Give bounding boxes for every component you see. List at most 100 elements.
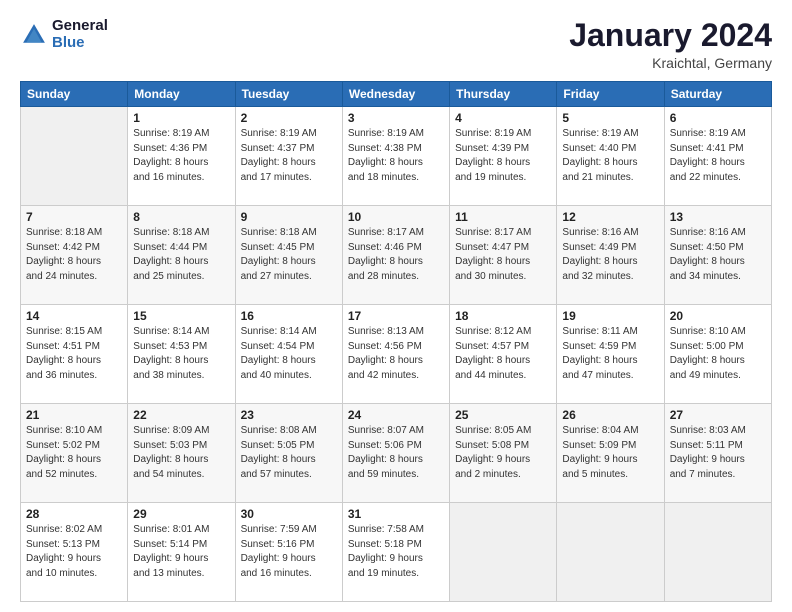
calendar-subtitle: Kraichtal, Germany bbox=[569, 55, 772, 71]
day-number: 2 bbox=[241, 111, 337, 125]
calendar-cell: 2 Sunrise: 8:19 AM Sunset: 4:37 PM Daylig… bbox=[235, 107, 342, 206]
day-number: 17 bbox=[348, 309, 444, 323]
day-info: Sunrise: 8:19 AM Sunset: 4:41 PM Dayligh… bbox=[670, 127, 766, 185]
header: General Blue January 2024 Kraichtal, Ger… bbox=[20, 18, 772, 71]
logo: General Blue bbox=[20, 18, 108, 51]
day-info: Sunrise: 8:19 AM Sunset: 4:36 PM Dayligh… bbox=[133, 127, 229, 185]
calendar-cell bbox=[557, 503, 664, 602]
calendar-week-2: 7Sunrise: 8:18 AM Sunset: 4:42 PM Daylig… bbox=[21, 206, 772, 305]
calendar-cell bbox=[450, 503, 557, 602]
day-info: Sunrise: 8:18 AM Sunset: 4:44 PM Dayligh… bbox=[133, 226, 229, 284]
calendar-cell: 19 Sunrise: 8:11 AM Sunset: 4:59 PM Dayli… bbox=[557, 305, 664, 404]
day-info: Sunrise: 7:59 AM Sunset: 5:16 PM Dayligh… bbox=[241, 523, 337, 581]
logo-text: General Blue bbox=[52, 18, 108, 51]
calendar-cell: 9 Sunrise: 8:18 AM Sunset: 4:45 PM Daylig… bbox=[235, 206, 342, 305]
day-number: 24 bbox=[348, 408, 444, 422]
day-number: 8 bbox=[133, 210, 229, 224]
day-number: 4 bbox=[455, 111, 551, 125]
day-number: 7 bbox=[26, 210, 122, 224]
day-info: Sunrise: 8:18 AM Sunset: 4:45 PM Dayligh… bbox=[241, 226, 337, 284]
calendar-cell: 4Sunrise: 8:19 AM Sunset: 4:39 PM Daylig… bbox=[450, 107, 557, 206]
day-info: Sunrise: 8:16 AM Sunset: 4:49 PM Dayligh… bbox=[562, 226, 658, 284]
calendar-week-3: 14 Sunrise: 8:15 AM Sunset: 4:51 PM Dayli… bbox=[21, 305, 772, 404]
day-info: Sunrise: 8:10 AM Sunset: 5:00 PM Dayligh… bbox=[670, 325, 766, 383]
day-info: Sunrise: 8:05 AM Sunset: 5:08 PM Dayligh… bbox=[455, 424, 551, 482]
day-info: Sunrise: 8:19 AM Sunset: 4:40 PM Dayligh… bbox=[562, 127, 658, 185]
calendar-cell: 31 Sunrise: 7:58 AM Sunset: 5:18 PM Dayli… bbox=[342, 503, 449, 602]
day-number: 28 bbox=[26, 507, 122, 521]
day-info: Sunrise: 8:17 AM Sunset: 4:46 PM Dayligh… bbox=[348, 226, 444, 284]
day-number: 13 bbox=[670, 210, 766, 224]
day-number: 3 bbox=[348, 111, 444, 125]
calendar-cell: 28 Sunrise: 8:02 AM Sunset: 5:13 PM Dayli… bbox=[21, 503, 128, 602]
day-number: 6 bbox=[670, 111, 766, 125]
calendar-cell: 7Sunrise: 8:18 AM Sunset: 4:42 PM Daylig… bbox=[21, 206, 128, 305]
calendar-cell: 26 Sunrise: 8:04 AM Sunset: 5:09 PM Dayli… bbox=[557, 404, 664, 503]
calendar-cell: 15 Sunrise: 8:14 AM Sunset: 4:53 PM Dayli… bbox=[128, 305, 235, 404]
calendar-cell: 21Sunrise: 8:10 AM Sunset: 5:02 PM Dayli… bbox=[21, 404, 128, 503]
day-info: Sunrise: 8:09 AM Sunset: 5:03 PM Dayligh… bbox=[133, 424, 229, 482]
calendar-cell: 25 Sunrise: 8:05 AM Sunset: 5:08 PM Dayli… bbox=[450, 404, 557, 503]
day-number: 23 bbox=[241, 408, 337, 422]
title-block: January 2024 Kraichtal, Germany bbox=[569, 18, 772, 71]
day-number: 26 bbox=[562, 408, 658, 422]
day-info: Sunrise: 8:17 AM Sunset: 4:47 PM Dayligh… bbox=[455, 226, 551, 284]
logo-icon bbox=[20, 21, 48, 49]
day-number: 22 bbox=[133, 408, 229, 422]
day-info: Sunrise: 8:03 AM Sunset: 5:11 PM Dayligh… bbox=[670, 424, 766, 482]
day-number: 1 bbox=[133, 111, 229, 125]
calendar-cell: 27 Sunrise: 8:03 AM Sunset: 5:11 PM Dayli… bbox=[664, 404, 771, 503]
day-info: Sunrise: 8:02 AM Sunset: 5:13 PM Dayligh… bbox=[26, 523, 122, 581]
day-info: Sunrise: 7:58 AM Sunset: 5:18 PM Dayligh… bbox=[348, 523, 444, 581]
day-number: 27 bbox=[670, 408, 766, 422]
day-number: 11 bbox=[455, 210, 551, 224]
calendar-cell bbox=[21, 107, 128, 206]
calendar-cell: 29Sunrise: 8:01 AM Sunset: 5:14 PM Dayli… bbox=[128, 503, 235, 602]
calendar-cell: 1 Sunrise: 8:19 AM Sunset: 4:36 PM Daylig… bbox=[128, 107, 235, 206]
day-of-week-friday: Friday bbox=[557, 82, 664, 107]
day-number: 29 bbox=[133, 507, 229, 521]
day-info: Sunrise: 8:04 AM Sunset: 5:09 PM Dayligh… bbox=[562, 424, 658, 482]
day-number: 30 bbox=[241, 507, 337, 521]
day-of-week-thursday: Thursday bbox=[450, 82, 557, 107]
calendar-cell: 13 Sunrise: 8:16 AM Sunset: 4:50 PM Dayli… bbox=[664, 206, 771, 305]
day-info: Sunrise: 8:08 AM Sunset: 5:05 PM Dayligh… bbox=[241, 424, 337, 482]
day-number: 5 bbox=[562, 111, 658, 125]
day-number: 19 bbox=[562, 309, 658, 323]
calendar-cell: 22 Sunrise: 8:09 AM Sunset: 5:03 PM Dayli… bbox=[128, 404, 235, 503]
calendar-cell: 14 Sunrise: 8:15 AM Sunset: 4:51 PM Dayli… bbox=[21, 305, 128, 404]
calendar-week-1: 1 Sunrise: 8:19 AM Sunset: 4:36 PM Daylig… bbox=[21, 107, 772, 206]
day-of-week-wednesday: Wednesday bbox=[342, 82, 449, 107]
calendar-table: SundayMondayTuesdayWednesdayThursdayFrid… bbox=[20, 81, 772, 602]
calendar-week-4: 21Sunrise: 8:10 AM Sunset: 5:02 PM Dayli… bbox=[21, 404, 772, 503]
day-number: 14 bbox=[26, 309, 122, 323]
day-number: 9 bbox=[241, 210, 337, 224]
calendar-cell: 30 Sunrise: 7:59 AM Sunset: 5:16 PM Dayli… bbox=[235, 503, 342, 602]
day-number: 31 bbox=[348, 507, 444, 521]
page: General Blue January 2024 Kraichtal, Ger… bbox=[0, 0, 792, 612]
calendar-header-row: SundayMondayTuesdayWednesdayThursdayFrid… bbox=[21, 82, 772, 107]
day-number: 18 bbox=[455, 309, 551, 323]
day-info: Sunrise: 8:19 AM Sunset: 4:37 PM Dayligh… bbox=[241, 127, 337, 185]
day-info: Sunrise: 8:16 AM Sunset: 4:50 PM Dayligh… bbox=[670, 226, 766, 284]
calendar-cell: 20Sunrise: 8:10 AM Sunset: 5:00 PM Dayli… bbox=[664, 305, 771, 404]
day-info: Sunrise: 8:14 AM Sunset: 4:53 PM Dayligh… bbox=[133, 325, 229, 383]
calendar-cell: 17Sunrise: 8:13 AM Sunset: 4:56 PM Dayli… bbox=[342, 305, 449, 404]
day-number: 12 bbox=[562, 210, 658, 224]
calendar-cell: 11 Sunrise: 8:17 AM Sunset: 4:47 PM Dayli… bbox=[450, 206, 557, 305]
day-info: Sunrise: 8:11 AM Sunset: 4:59 PM Dayligh… bbox=[562, 325, 658, 383]
day-number: 15 bbox=[133, 309, 229, 323]
day-of-week-sunday: Sunday bbox=[21, 82, 128, 107]
calendar-title: January 2024 bbox=[569, 18, 772, 53]
day-of-week-monday: Monday bbox=[128, 82, 235, 107]
day-info: Sunrise: 8:14 AM Sunset: 4:54 PM Dayligh… bbox=[241, 325, 337, 383]
day-number: 25 bbox=[455, 408, 551, 422]
calendar-cell: 6 Sunrise: 8:19 AM Sunset: 4:41 PM Daylig… bbox=[664, 107, 771, 206]
day-info: Sunrise: 8:12 AM Sunset: 4:57 PM Dayligh… bbox=[455, 325, 551, 383]
day-info: Sunrise: 8:10 AM Sunset: 5:02 PM Dayligh… bbox=[26, 424, 122, 482]
calendar-cell: 5 Sunrise: 8:19 AM Sunset: 4:40 PM Daylig… bbox=[557, 107, 664, 206]
day-info: Sunrise: 8:07 AM Sunset: 5:06 PM Dayligh… bbox=[348, 424, 444, 482]
day-info: Sunrise: 8:15 AM Sunset: 4:51 PM Dayligh… bbox=[26, 325, 122, 383]
day-of-week-saturday: Saturday bbox=[664, 82, 771, 107]
calendar-cell: 18 Sunrise: 8:12 AM Sunset: 4:57 PM Dayli… bbox=[450, 305, 557, 404]
